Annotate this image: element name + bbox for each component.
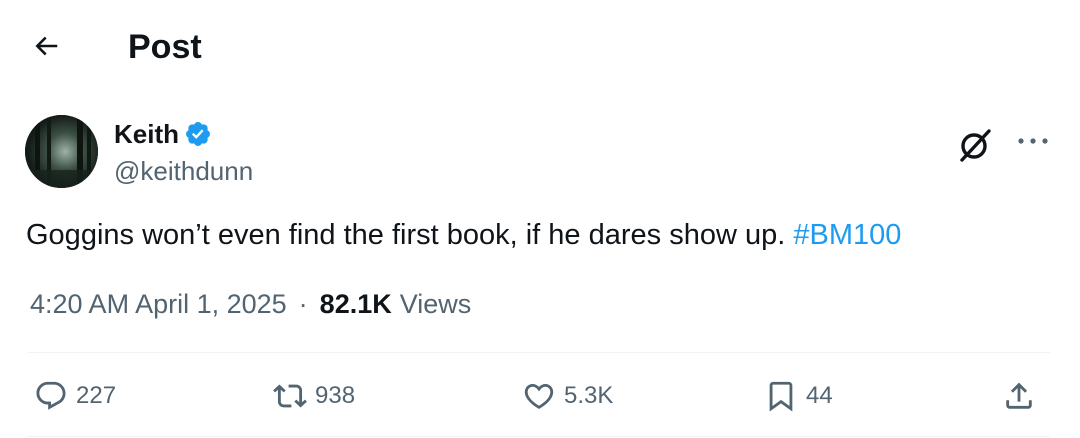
repost-button[interactable]: 938 (273, 378, 355, 414)
reply-count: 227 (76, 382, 117, 409)
tweet-body: Goggins won’t even find the first book, … (26, 219, 786, 251)
tweet-timestamp[interactable]: 4:20 AM April 1, 2025 (30, 285, 287, 323)
verified-badge-icon (184, 120, 212, 148)
more-options-icon[interactable] (1015, 127, 1051, 155)
arrow-left-icon (35, 36, 58, 56)
share-button[interactable] (1002, 378, 1036, 414)
bookmark-icon (769, 381, 793, 412)
author-handle[interactable]: @keithdunn (114, 154, 253, 188)
repost-icon (273, 384, 307, 408)
author-name-row[interactable]: Keith (114, 117, 212, 151)
page-title: Post (128, 28, 202, 66)
heart-icon (524, 383, 554, 409)
bookmark-count: 44 (806, 382, 833, 409)
author-name: Keith (114, 119, 179, 149)
meta-separator: · (298, 289, 308, 319)
tweet-meta: 4:20 AM April 1, 2025 · 82.1K Views (30, 285, 471, 323)
repost-count: 938 (315, 382, 356, 409)
like-count: 5.3K (564, 382, 614, 409)
hashtag-link[interactable]: #BM100 (793, 219, 901, 251)
views-label: Views (399, 289, 472, 319)
avatar[interactable] (25, 115, 98, 188)
divider (28, 352, 1050, 353)
reply-button[interactable]: 227 (34, 378, 116, 414)
back-button[interactable] (28, 28, 64, 64)
tweet-text: Goggins won’t even find the first book, … (26, 215, 901, 255)
avatar-image (25, 115, 98, 188)
like-button[interactable]: 5.3K (522, 378, 613, 414)
page-header: Post (0, 0, 1080, 95)
divider (28, 436, 1050, 437)
views-count: 82.1K (319, 289, 392, 319)
bookmark-button[interactable]: 44 (764, 378, 833, 414)
share-icon (1006, 382, 1032, 409)
reply-icon (36, 381, 66, 410)
grok-icon[interactable] (957, 127, 993, 163)
